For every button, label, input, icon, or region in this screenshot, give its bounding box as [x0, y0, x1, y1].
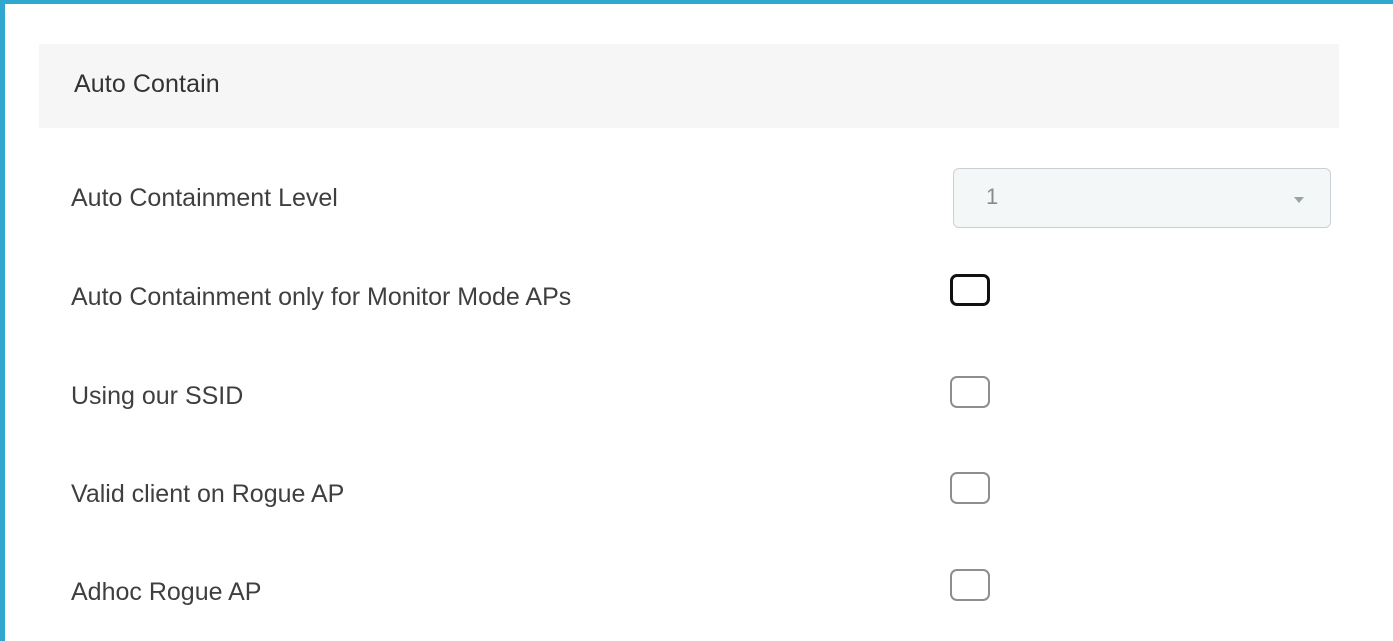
- containment-level-select[interactable]: 1: [953, 168, 1331, 228]
- valid-client-rogue-ap-checkbox[interactable]: [950, 472, 990, 504]
- adhoc-rogue-ap-label: Adhoc Rogue AP: [71, 578, 262, 606]
- containment-level-value: 1: [986, 184, 999, 209]
- monitor-mode-aps-label: Auto Containment only for Monitor Mode A…: [71, 283, 572, 311]
- section-header: Auto Contain: [39, 44, 1339, 128]
- chevron-down-icon: [1294, 197, 1304, 203]
- using-our-ssid-label: Using our SSID: [71, 382, 244, 410]
- auto-contain-panel: Auto Contain Auto Containment Level 1 Au…: [0, 0, 1393, 641]
- using-our-ssid-checkbox[interactable]: [950, 376, 990, 408]
- adhoc-rogue-ap-checkbox[interactable]: [950, 569, 990, 601]
- containment-level-label: Auto Containment Level: [71, 184, 338, 212]
- section-title: Auto Contain: [74, 70, 220, 98]
- monitor-mode-aps-checkbox[interactable]: [950, 274, 990, 306]
- valid-client-rogue-ap-label: Valid client on Rogue AP: [71, 480, 345, 508]
